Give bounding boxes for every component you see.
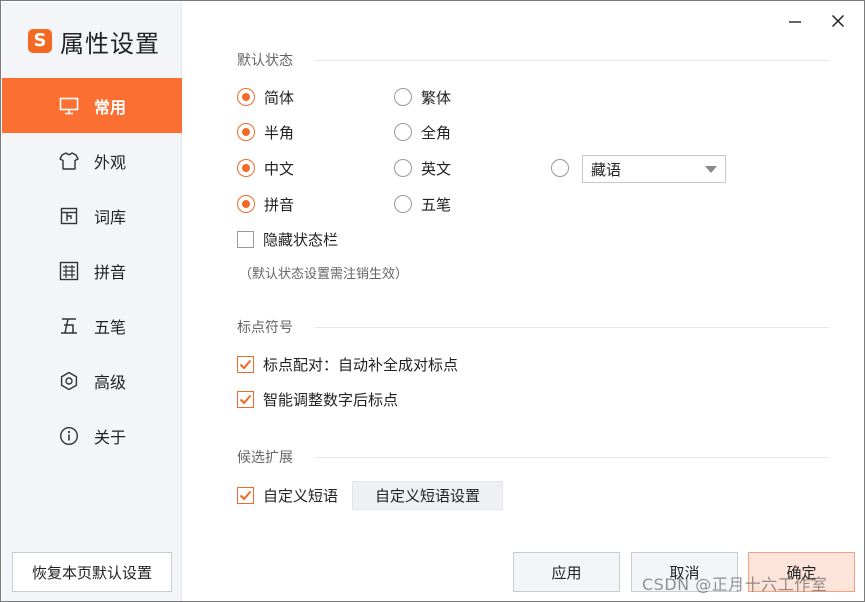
radio-label: 五笔 — [421, 195, 452, 214]
wubi-icon — [58, 315, 80, 337]
info-icon — [58, 425, 80, 447]
section-default-state-title: 默认状态 — [237, 53, 293, 69]
sidebar-item-label: 常用 — [94, 97, 127, 117]
sogou-logo-icon: S — [28, 29, 52, 53]
section-divider — [315, 327, 829, 328]
sidebar: S 属性设置 常用 外观 词库 拼音 五笔 高级 关于 恢复本页默认设置 — [2, 2, 182, 601]
sidebar-nav: 常用 外观 词库 拼音 五笔 高级 关于 — [2, 78, 182, 463]
custom-phrase-settings-button[interactable]: 自定义短语设置 — [352, 481, 503, 510]
section-divider — [315, 457, 829, 458]
checkbox-indicator — [237, 355, 254, 373]
section-punctuation-title: 标点符号 — [237, 320, 293, 336]
radio-indicator — [551, 159, 569, 177]
radio-traditional[interactable]: 繁体 — [394, 86, 451, 108]
default-state-note: （默认状态设置需注销生效） — [239, 267, 409, 282]
radio-indicator — [394, 195, 412, 213]
minimize-icon — [789, 21, 801, 23]
sidebar-item-appearance[interactable]: 外观 — [2, 133, 182, 188]
chevron-down-icon — [705, 166, 717, 173]
radio-halfwidth[interactable]: 半角 — [237, 121, 294, 143]
sidebar-item-common[interactable]: 常用 — [2, 78, 182, 133]
section-candidates-title: 候选扩展 — [237, 450, 293, 466]
radio-indicator — [237, 123, 255, 141]
sidebar-item-label: 五笔 — [94, 317, 127, 337]
radio-indicator — [394, 123, 412, 141]
radio-indicator — [237, 88, 255, 106]
radio-label: 简体 — [264, 88, 295, 107]
sidebar-item-about[interactable]: 关于 — [2, 408, 182, 463]
radio-label: 中文 — [264, 159, 295, 178]
radio-label: 拼音 — [264, 195, 295, 214]
sidebar-item-advanced[interactable]: 高级 — [2, 353, 182, 408]
checkbox-label: 隐藏状态栏 — [263, 230, 339, 249]
radio-label: 繁体 — [421, 88, 452, 107]
monitor-icon — [58, 95, 80, 117]
settings-window: S 属性设置 常用 外观 词库 拼音 五笔 高级 关于 恢复本页默认设置 默认状… — [0, 0, 865, 602]
sidebar-item-dictionary[interactable]: 词库 — [2, 188, 182, 243]
dropdown-value: 藏语 — [591, 160, 622, 179]
close-icon — [831, 14, 845, 28]
sidebar-item-label: 外观 — [94, 152, 127, 172]
app-brand: S 属性设置 — [28, 24, 160, 58]
gear-icon — [58, 370, 80, 392]
radio-wubi[interactable]: 五笔 — [394, 193, 451, 215]
radio-indicator — [237, 195, 255, 213]
sidebar-item-pinyin[interactable]: 拼音 — [2, 243, 182, 298]
checkbox-label: 标点配对：自动补全成对标点 — [263, 355, 459, 374]
language-dropdown[interactable]: 藏语 — [582, 155, 726, 183]
section-divider — [315, 60, 829, 61]
checkbox-auto-pair[interactable]: 标点配对：自动补全成对标点 — [237, 353, 458, 375]
app-title: 属性设置 — [60, 29, 160, 58]
checkbox-indicator — [237, 230, 254, 248]
pinyin-icon — [58, 260, 80, 282]
sidebar-item-label: 词库 — [94, 207, 127, 227]
radio-indicator — [237, 159, 255, 177]
book-icon — [58, 205, 80, 227]
checkbox-label: 自定义短语 — [263, 486, 339, 505]
close-button[interactable] — [826, 9, 850, 33]
radio-english[interactable]: 英文 — [394, 157, 451, 179]
watermark: CSDN @正月十六工作室 — [642, 575, 828, 594]
radio-indicator — [394, 159, 412, 177]
radio-simplified[interactable]: 简体 — [237, 86, 294, 108]
sidebar-item-label: 拼音 — [94, 262, 127, 282]
radio-label: 英文 — [421, 159, 452, 178]
checkbox-custom-phrase[interactable]: 自定义短语 — [237, 484, 338, 506]
sidebar-item-label: 关于 — [94, 427, 127, 447]
apply-button[interactable]: 应用 — [513, 552, 620, 592]
checkbox-hide-statusbar[interactable]: 隐藏状态栏 — [237, 228, 338, 250]
radio-indicator — [394, 88, 412, 106]
sidebar-item-label: 高级 — [94, 372, 127, 392]
shirt-icon — [58, 150, 80, 172]
checkbox-indicator — [237, 390, 254, 408]
sidebar-item-wubi[interactable]: 五笔 — [2, 298, 182, 353]
radio-fullwidth[interactable]: 全角 — [394, 121, 451, 143]
checkbox-indicator — [237, 486, 254, 504]
radio-other-language[interactable] — [551, 157, 578, 179]
checkbox-label: 智能调整数字后标点 — [263, 390, 399, 409]
checkmark-icon — [239, 490, 252, 500]
checkmark-icon — [239, 359, 252, 369]
checkbox-smart-number-punct[interactable]: 智能调整数字后标点 — [237, 388, 398, 410]
radio-chinese[interactable]: 中文 — [237, 157, 294, 179]
restore-defaults-button[interactable]: 恢复本页默认设置 — [12, 552, 172, 592]
minimize-button[interactable] — [783, 9, 807, 33]
radio-label: 全角 — [421, 123, 452, 142]
radio-pinyin[interactable]: 拼音 — [237, 193, 294, 215]
checkmark-icon — [239, 394, 252, 404]
radio-label: 半角 — [264, 123, 295, 142]
